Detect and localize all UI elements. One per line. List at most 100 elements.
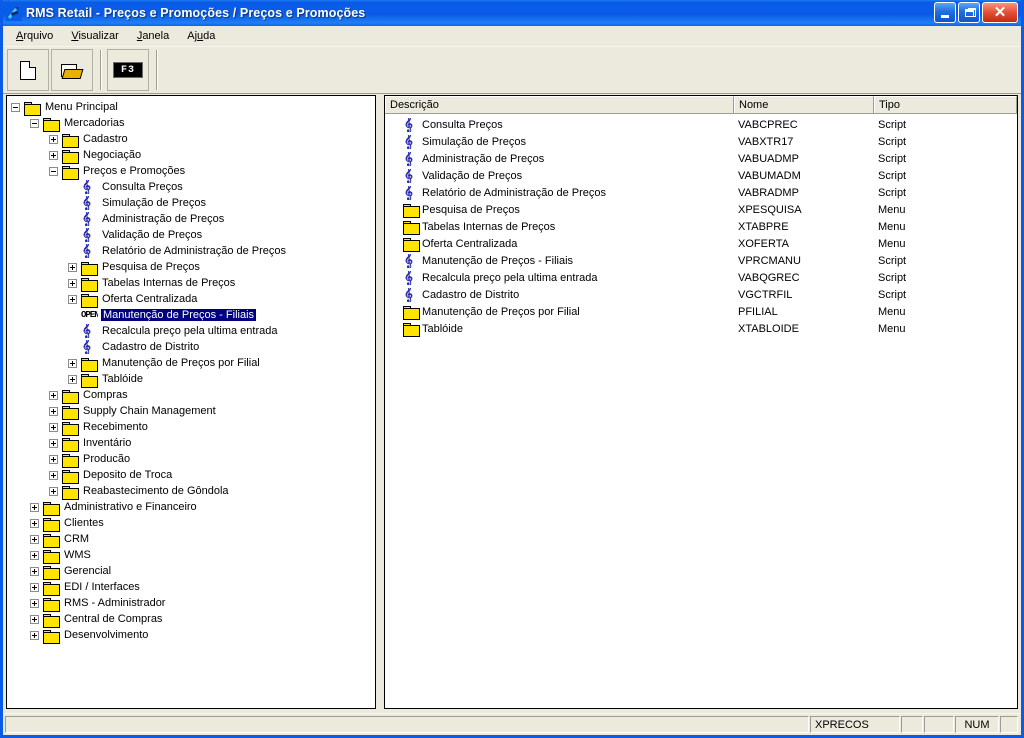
tree-node[interactable]: Clientes: [7, 515, 375, 532]
menu-item-ajuda[interactable]: Ajuda: [178, 28, 224, 44]
tree-node[interactable]: Oferta Centralizada: [7, 291, 375, 308]
tree-node[interactable]: EDI / Interfaces: [7, 579, 375, 596]
expand-icon[interactable]: [68, 262, 77, 272]
table-row[interactable]: Simulação de Preços VABXTR17 Script: [385, 133, 1017, 150]
expand-icon[interactable]: [30, 502, 39, 512]
collapse-icon[interactable]: [49, 166, 58, 176]
tree-node[interactable]: Deposito de Troca: [7, 467, 375, 484]
script-icon: [403, 271, 419, 285]
tree-node[interactable]: Recebimento: [7, 419, 375, 436]
menu-tree-panel[interactable]: Menu Principal Mercadorias Cadastro Negocia…: [6, 95, 376, 709]
tree-node[interactable]: Inventário: [7, 435, 375, 452]
tree-node[interactable]: Recalcula preço pela ultima entrada: [7, 323, 375, 339]
table-row[interactable]: Validação de Preços VABUMADM Script: [385, 167, 1017, 184]
table-row[interactable]: Consulta Preços VABCPREC Script: [385, 116, 1017, 133]
tree-node[interactable]: WMS: [7, 547, 375, 564]
tree-node[interactable]: Producão: [7, 451, 375, 468]
expand-icon[interactable]: [49, 470, 58, 480]
tree-node[interactable]: Gerencial: [7, 563, 375, 580]
table-row[interactable]: Manutenção de Preços - Filiais VPRCMANU Sc…: [385, 252, 1017, 269]
status-pane-a: [901, 716, 923, 733]
tree-node-label: Tabelas Internas de Preços: [102, 277, 236, 289]
tree-node[interactable]: Cadastro de Distrito: [7, 339, 375, 355]
expand-icon[interactable]: [30, 630, 39, 640]
table-row[interactable]: Oferta Centralizada XOFERTA Menu: [385, 235, 1017, 252]
expand-icon[interactable]: [30, 614, 39, 624]
tree-node[interactable]: CRM: [7, 531, 375, 548]
cell-nome: XTABPRE: [738, 220, 789, 233]
tree-node[interactable]: OPEN Manutenção de Preços - Filiais: [7, 307, 375, 323]
expand-icon[interactable]: [30, 582, 39, 592]
table-row[interactable]: Cadastro de Distrito VGCTRFIL Script: [385, 286, 1017, 303]
expand-icon[interactable]: [49, 390, 58, 400]
tree-node[interactable]: Pesquisa de Preços: [7, 259, 375, 276]
tree-node[interactable]: Manutenção de Preços por Filial: [7, 355, 375, 372]
tree-node[interactable]: Validação de Preços: [7, 227, 375, 243]
tree-node[interactable]: Menu Principal: [7, 99, 375, 116]
minimize-button[interactable]: [934, 2, 956, 23]
tree-node[interactable]: Negociação: [7, 147, 375, 164]
tree-node[interactable]: Administração de Preços: [7, 211, 375, 227]
menu-item-janela[interactable]: Janela: [128, 28, 178, 44]
expand-icon[interactable]: [49, 438, 58, 448]
expand-icon[interactable]: [68, 358, 77, 368]
new-document-button[interactable]: [7, 49, 49, 91]
expand-icon[interactable]: [68, 294, 77, 304]
table-row[interactable]: Administração de Preços VABUADMP Script: [385, 150, 1017, 167]
tree-node[interactable]: Consulta Preços: [7, 179, 375, 195]
status-context-code: XPRECOS: [810, 716, 900, 733]
tree-node[interactable]: Reabastecimento de Gôndola: [7, 483, 375, 500]
column-header-tipo[interactable]: Tipo: [874, 96, 1017, 113]
collapse-icon[interactable]: [30, 118, 39, 128]
tree-node-label: Producão: [83, 453, 131, 465]
expand-icon[interactable]: [30, 550, 39, 560]
cell-tipo: Menu: [878, 237, 906, 250]
tree-node[interactable]: Cadastro: [7, 131, 375, 148]
table-row[interactable]: Tabelas Internas de Preços XTABPRE Menu: [385, 218, 1017, 235]
expand-icon[interactable]: [30, 598, 39, 608]
open-folder-button[interactable]: [51, 49, 93, 91]
f3-shortcut-button[interactable]: F3: [107, 49, 149, 91]
panel-splitter[interactable]: [376, 94, 384, 713]
tree-node[interactable]: Tablóide: [7, 371, 375, 388]
expand-icon[interactable]: [49, 454, 58, 464]
column-header-nome[interactable]: Nome: [734, 96, 874, 113]
expand-icon[interactable]: [49, 134, 58, 144]
expand-icon[interactable]: [49, 422, 58, 432]
script-icon: [81, 244, 97, 258]
close-button[interactable]: ✕: [982, 2, 1018, 23]
expand-icon[interactable]: [30, 534, 39, 544]
collapse-icon[interactable]: [11, 102, 20, 112]
cell-nome: VABUMADM: [738, 169, 801, 182]
tree-node[interactable]: Relatório de Administração de Preços: [7, 243, 375, 259]
expand-icon[interactable]: [68, 374, 77, 384]
table-row[interactable]: Tablóide XTABLOIDE Menu: [385, 320, 1017, 337]
table-row[interactable]: Manutenção de Preços por Filial PFILIAL Me…: [385, 303, 1017, 320]
expand-icon[interactable]: [49, 150, 58, 160]
expand-icon[interactable]: [30, 518, 39, 528]
expand-icon[interactable]: [30, 566, 39, 576]
cell-nome: XOFERTA: [738, 237, 789, 250]
table-row[interactable]: Pesquisa de Preços XPESQUISA Menu: [385, 201, 1017, 218]
tree-node[interactable]: Preços e Promoções: [7, 163, 375, 180]
restore-button[interactable]: [958, 2, 980, 23]
tree-node[interactable]: Administrativo e Financeiro: [7, 499, 375, 516]
tree-node[interactable]: Compras: [7, 387, 375, 404]
table-row[interactable]: Recalcula preço pela ultima entrada VABQG…: [385, 269, 1017, 286]
column-header-descricao[interactable]: Descrição: [385, 96, 734, 113]
tree-node[interactable]: Tabelas Internas de Preços: [7, 275, 375, 292]
tree-node[interactable]: RMS - Administrador: [7, 595, 375, 612]
tree-node[interactable]: Supply Chain Management: [7, 403, 375, 420]
menu-item-visualizar[interactable]: Visualizar: [62, 28, 128, 44]
item-list-panel[interactable]: Descrição Nome Tipo Consulta Preços VABCP…: [384, 95, 1018, 709]
tree-node[interactable]: Simulação de Preços: [7, 195, 375, 211]
expand-icon[interactable]: [49, 486, 58, 496]
menu-item-arquivo[interactable]: Arquivo: [7, 28, 62, 44]
tree-node[interactable]: Desenvolvimento: [7, 627, 375, 644]
expand-icon[interactable]: [49, 406, 58, 416]
tree-node[interactable]: Central de Compras: [7, 611, 375, 628]
tree-node[interactable]: Mercadorias: [7, 115, 375, 132]
expand-icon[interactable]: [68, 278, 77, 288]
table-row[interactable]: Relatório de Administração de Preços VABR…: [385, 184, 1017, 201]
